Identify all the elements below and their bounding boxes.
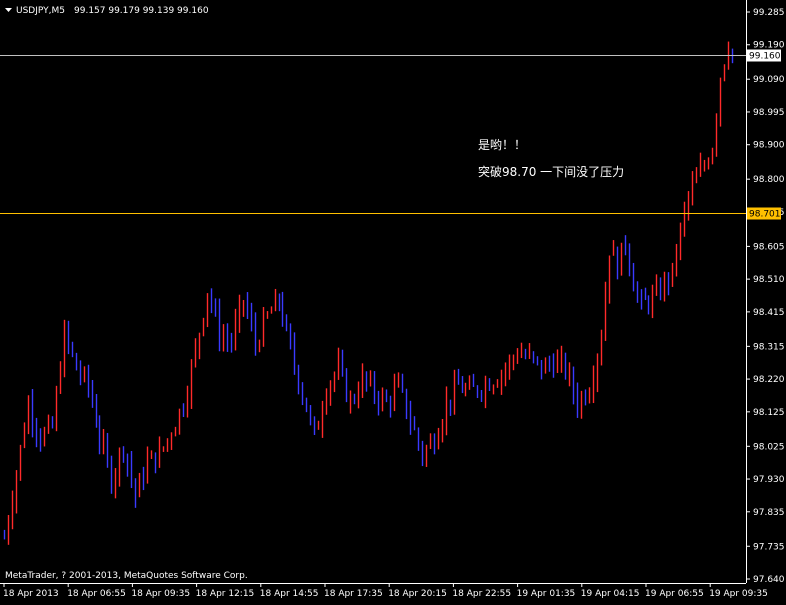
annotation-line-1[interactable]: 是哟！！	[478, 138, 526, 152]
time-tick-label: 18 Apr 09:35	[131, 589, 190, 599]
chart-svg: 99.285 99.190 99.090 98.995 98.900 98.800 98.7…	[0, 0, 786, 601]
price-tick-label: 98.125	[753, 408, 785, 418]
time-tick-label: 19 Apr 09:35	[709, 589, 768, 599]
time-tick-label: 18 Apr 2013	[3, 589, 59, 599]
price-tick-label: 99.285	[753, 8, 785, 18]
chart-window: 99.285 99.190 99.090 98.995 98.900 98.800 98.7…	[0, 0, 786, 601]
time-tick-label: 19 Apr 01:35	[517, 589, 576, 599]
price-tick-label: 98.220	[753, 375, 785, 385]
time-tick-label: 18 Apr 17:35	[324, 589, 383, 599]
chart-background	[0, 0, 786, 601]
price-tick-label: 98.315	[753, 342, 785, 352]
time-tick-label: 18 Apr 14:55	[260, 589, 319, 599]
price-tick-label: 97.640	[753, 575, 785, 585]
price-tick-label: 98.995	[753, 108, 785, 118]
level-price-tag: 98.701	[747, 207, 781, 220]
copyright-text: MetaTrader, ? 2001-2013, MetaQuotes Soft…	[5, 571, 248, 581]
chart-header: USDJPY,M5 99.157 99.179 99.139 99.160	[5, 6, 209, 16]
time-tick-label: 19 Apr 06:55	[645, 589, 704, 599]
time-tick-label: 18 Apr 12:15	[196, 589, 255, 599]
price-tick-label: 98.510	[753, 275, 785, 285]
level-price-label: 98.701	[749, 210, 781, 220]
time-tick-label: 18 Apr 06:55	[67, 589, 126, 599]
time-tick-label: 18 Apr 22:55	[452, 589, 511, 599]
price-tick-label: 97.735	[753, 542, 785, 552]
price-tick-label: 98.900	[753, 141, 785, 151]
bid-price-label: 99.160	[749, 52, 781, 62]
time-tick-label: 19 Apr 04:15	[581, 589, 640, 599]
price-tick-label: 98.605	[753, 242, 785, 252]
price-tick-label: 99.190	[753, 41, 785, 51]
price-tick-label: 98.025	[753, 442, 785, 452]
symbol-label: USDJPY,M5	[16, 6, 65, 16]
price-tick-label: 98.415	[753, 308, 785, 318]
bid-price-tag: 99.160	[747, 49, 781, 62]
price-tick-label: 97.835	[753, 508, 785, 518]
ohlc-values: 99.157 99.179 99.139 99.160	[74, 6, 209, 16]
price-tick-label: 97.930	[753, 475, 785, 485]
annotation-line-2[interactable]: 突破98.70 一下间没了压力	[478, 164, 624, 179]
price-tick-label: 98.800	[753, 175, 785, 185]
time-tick-label: 18 Apr 20:15	[388, 589, 447, 599]
price-tick-label: 99.090	[753, 75, 785, 85]
